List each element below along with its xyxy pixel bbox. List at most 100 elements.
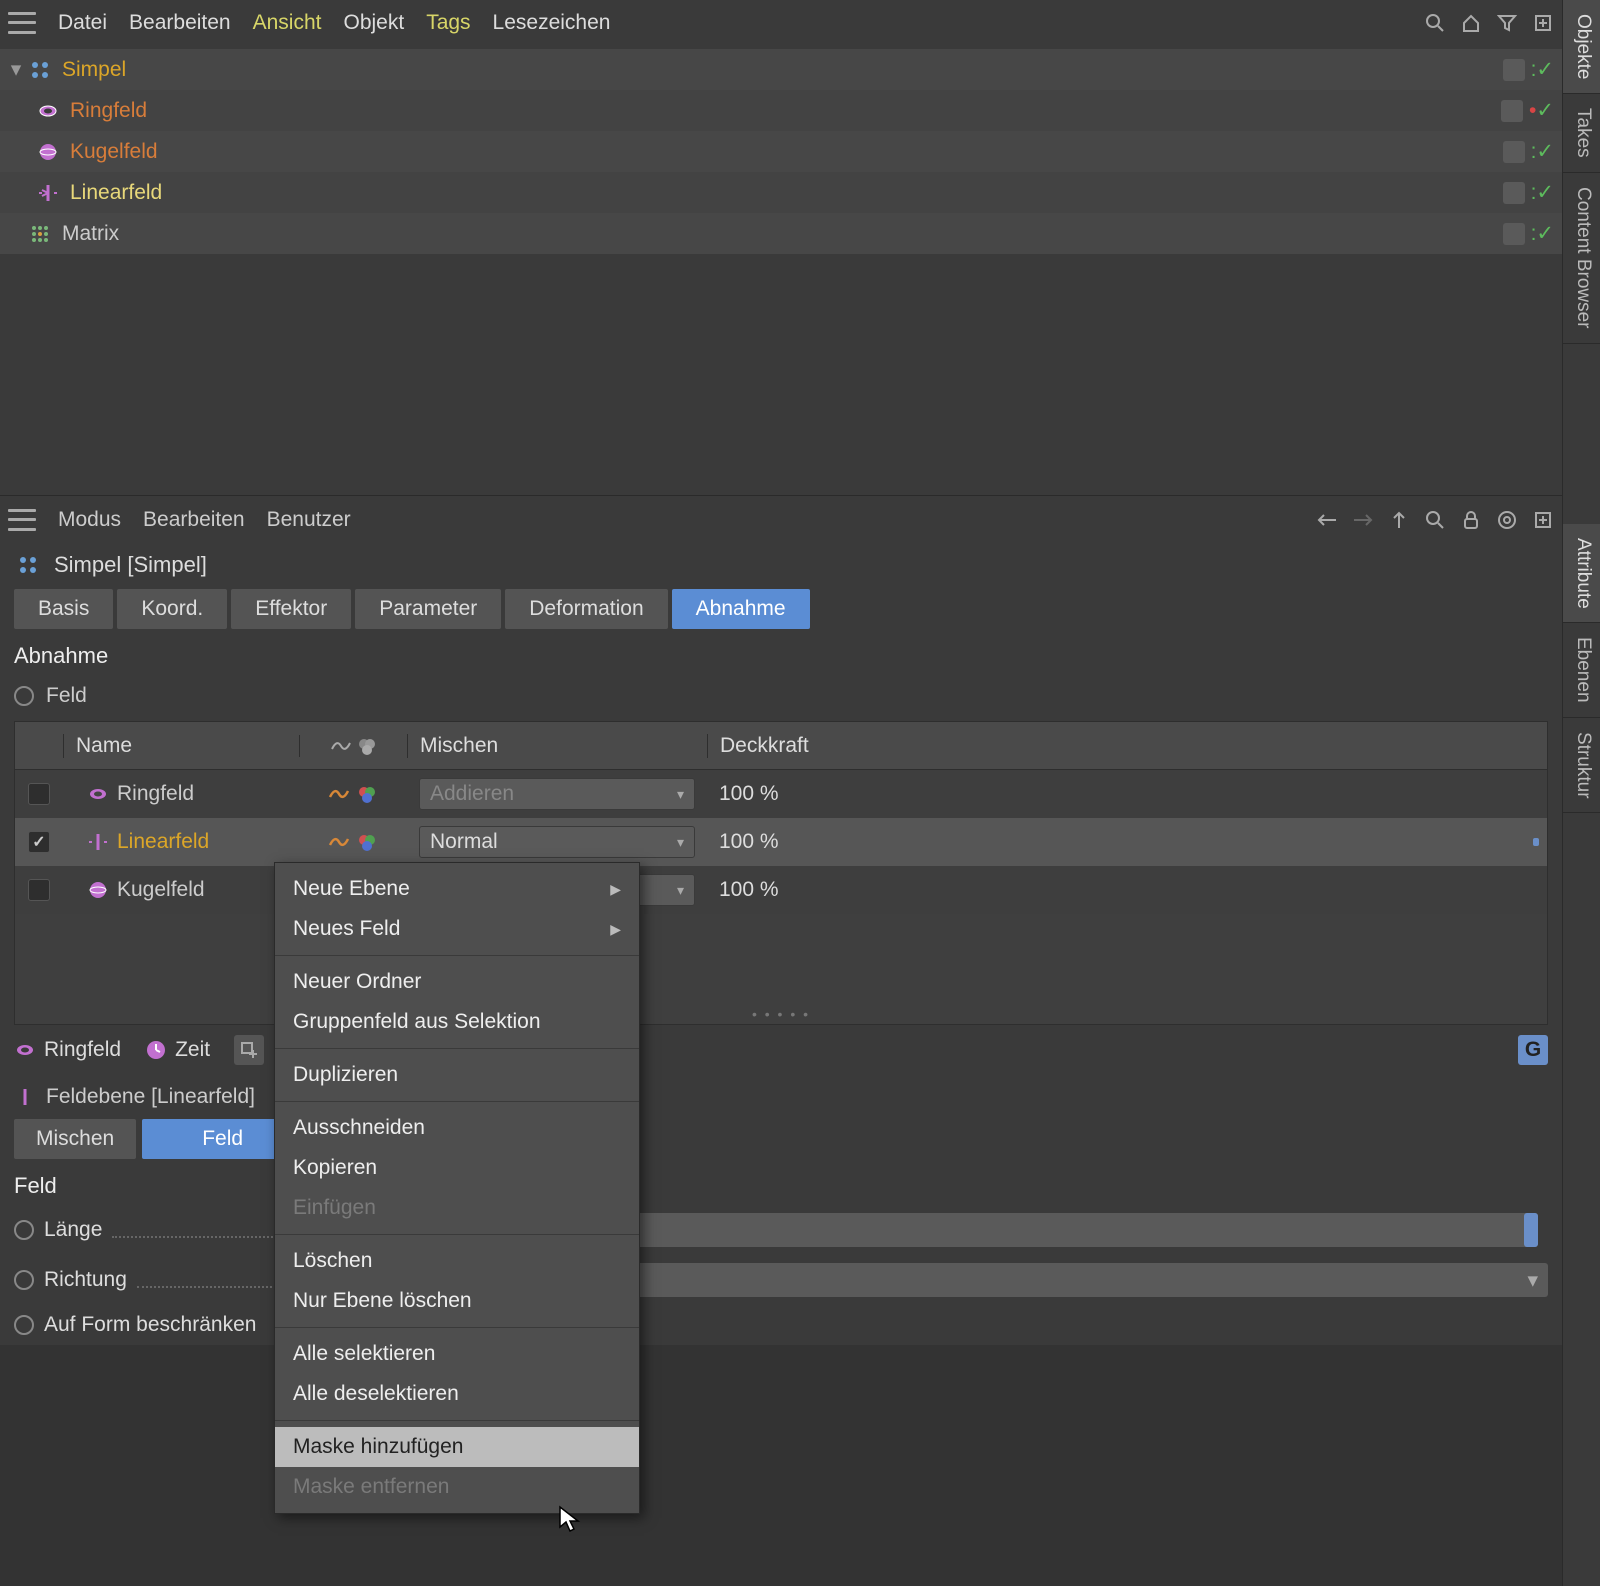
sphere-icon (36, 140, 60, 164)
add-tab-icon[interactable] (234, 1035, 264, 1065)
layer-flag[interactable] (1503, 59, 1525, 81)
menu-burger-icon[interactable] (8, 12, 36, 34)
side-tab-ebenen[interactable]: Ebenen (1563, 623, 1600, 718)
layer-flag[interactable] (1501, 100, 1523, 122)
preset-icon[interactable]: G (1518, 1035, 1548, 1065)
field-radio[interactable] (14, 686, 34, 706)
param-length: Länge (0, 1205, 1562, 1255)
table-row[interactable]: Linearfeld Normal▾ 100 % (15, 818, 1547, 866)
menu-objekt[interactable]: Objekt (343, 11, 404, 35)
menu-lesezeichen[interactable]: Lesezeichen (493, 11, 611, 35)
col-opacity: Deckkraft (707, 734, 1547, 758)
param-radio[interactable] (14, 1315, 34, 1335)
ctx-neue-ebene[interactable]: Neue Ebene▶ (275, 869, 639, 909)
row-checkbox[interactable] (28, 783, 50, 805)
field-table: Name Mischen Deckkraft Ringfeld Addieren… (14, 721, 1548, 1025)
tab-basis[interactable]: Basis (14, 589, 113, 629)
tree-row-matrix[interactable]: Matrix :✓ (0, 213, 1562, 254)
status-check[interactable]: :✓ (1531, 57, 1554, 82)
table-row[interactable]: Kugelfeld ▾ 100 % (15, 866, 1547, 914)
side-tab-content-browser[interactable]: Content Browser (1563, 173, 1600, 344)
filter-icon[interactable] (1496, 12, 1518, 34)
tab-koord[interactable]: Koord. (117, 589, 227, 629)
ctx-neuer-ordner[interactable]: Neuer Ordner (275, 962, 639, 1002)
opacity-value[interactable]: 100 % (707, 782, 1547, 806)
lock-icon[interactable] (1460, 509, 1482, 531)
ctx-neues-feld[interactable]: Neues Feld▶ (275, 909, 639, 949)
status-check[interactable]: :✓ (1531, 180, 1554, 205)
sub-tabs-row: Mischen Feld Remapping (0, 1119, 1562, 1159)
tree-row-kugelfeld[interactable]: Kugelfeld :✓ (0, 131, 1562, 172)
opacity-value[interactable]: 100 % (707, 830, 1547, 854)
resize-handle[interactable]: • • • • • (15, 1004, 1547, 1024)
side-tab-attribute[interactable]: Attribute (1563, 524, 1600, 624)
side-tab-takes[interactable]: Takes (1563, 94, 1600, 173)
ctx-einfuegen: Einfügen (275, 1188, 639, 1228)
row-channels[interactable] (299, 831, 407, 853)
ctx-gruppenfeld[interactable]: Gruppenfeld aus Selektion (275, 1002, 639, 1042)
mix-dropdown[interactable]: Normal▾ (419, 826, 695, 858)
layer-flag[interactable] (1503, 141, 1525, 163)
home-icon[interactable] (1460, 12, 1482, 34)
attr-dock-icon[interactable] (1532, 509, 1554, 531)
row-checkbox[interactable] (28, 831, 50, 853)
menu-tags[interactable]: Tags (426, 11, 470, 35)
menu-datei[interactable]: Datei (58, 11, 107, 35)
linear-icon (14, 1086, 36, 1108)
tree-row-linearfeld[interactable]: Linearfeld :✓ (0, 172, 1562, 213)
ctx-alle-deselektieren[interactable]: Alle deselektieren (275, 1374, 639, 1414)
ctx-nur-ebene-loeschen[interactable]: Nur Ebene löschen (275, 1281, 639, 1321)
search-icon[interactable] (1424, 12, 1446, 34)
tab-parameter[interactable]: Parameter (355, 589, 501, 629)
dock-icon[interactable] (1532, 12, 1554, 34)
layer-flag[interactable] (1503, 182, 1525, 204)
ctx-kopieren[interactable]: Kopieren (275, 1148, 639, 1188)
attr-search-icon[interactable] (1424, 509, 1446, 531)
nav-forward-icon[interactable] (1352, 509, 1374, 531)
sub-obj-ringfeld[interactable]: Ringfeld (14, 1038, 121, 1062)
nav-back-icon[interactable] (1316, 509, 1338, 531)
sub-tab-mischen[interactable]: Mischen (14, 1119, 136, 1159)
attr-object-title: Simpel [Simpel] (54, 552, 207, 578)
expand-icon[interactable]: ▾ (8, 62, 24, 78)
clock-icon (145, 1039, 167, 1061)
row-channels[interactable] (299, 783, 407, 805)
side-tab-struktur[interactable]: Struktur (1563, 718, 1600, 814)
attr-tabs: Basis Koord. Effektor Parameter Deformat… (0, 589, 1562, 629)
linear-icon (36, 181, 60, 205)
menu-ansicht[interactable]: Ansicht (253, 11, 322, 35)
side-tab-objekte[interactable]: Objekte (1563, 0, 1600, 94)
ctx-maske-hinzufuegen[interactable]: Maske hinzufügen (275, 1427, 639, 1467)
effector-icon (28, 58, 52, 82)
sub-obj-zeit[interactable]: Zeit (145, 1038, 210, 1062)
attr-menu-benutzer[interactable]: Benutzer (267, 508, 351, 532)
attr-menubar: Modus Bearbeiten Benutzer (0, 495, 1562, 543)
status-check[interactable]: :✓ (1531, 139, 1554, 164)
tree-row-ringfeld[interactable]: Ringfeld •✓ (0, 90, 1562, 131)
row-checkbox[interactable] (28, 879, 50, 901)
attr-menu-bearbeiten[interactable]: Bearbeiten (143, 508, 245, 532)
attr-menu-modus[interactable]: Modus (58, 508, 121, 532)
ctx-loeschen[interactable]: Löschen (275, 1241, 639, 1281)
target-icon[interactable] (1496, 509, 1518, 531)
table-row[interactable]: Ringfeld Addieren▾ 100 % (15, 770, 1547, 818)
tab-abnahme[interactable]: Abnahme (672, 589, 810, 629)
ctx-duplizieren[interactable]: Duplizieren (275, 1055, 639, 1095)
tab-effektor[interactable]: Effektor (231, 589, 351, 629)
tree-row-simpel[interactable]: ▾ Simpel :✓ (0, 49, 1562, 90)
ctx-alle-selektieren[interactable]: Alle selektieren (275, 1334, 639, 1374)
param-radio[interactable] (14, 1220, 34, 1240)
tab-deformation[interactable]: Deformation (505, 589, 667, 629)
status-check[interactable]: •✓ (1529, 98, 1554, 123)
param-radio[interactable] (14, 1270, 34, 1290)
mix-dropdown[interactable]: Addieren▾ (419, 778, 695, 810)
layer-flag[interactable] (1503, 223, 1525, 245)
attr-burger-icon[interactable] (8, 509, 36, 531)
obj-name: Kugelfeld (70, 140, 158, 164)
menu-bearbeiten[interactable]: Bearbeiten (129, 11, 231, 35)
ctx-ausschneiden[interactable]: Ausschneiden (275, 1108, 639, 1148)
param-label: Richtung (44, 1268, 284, 1292)
nav-up-icon[interactable] (1388, 509, 1410, 531)
status-check[interactable]: :✓ (1531, 221, 1554, 246)
opacity-value[interactable]: 100 % (707, 878, 1547, 902)
